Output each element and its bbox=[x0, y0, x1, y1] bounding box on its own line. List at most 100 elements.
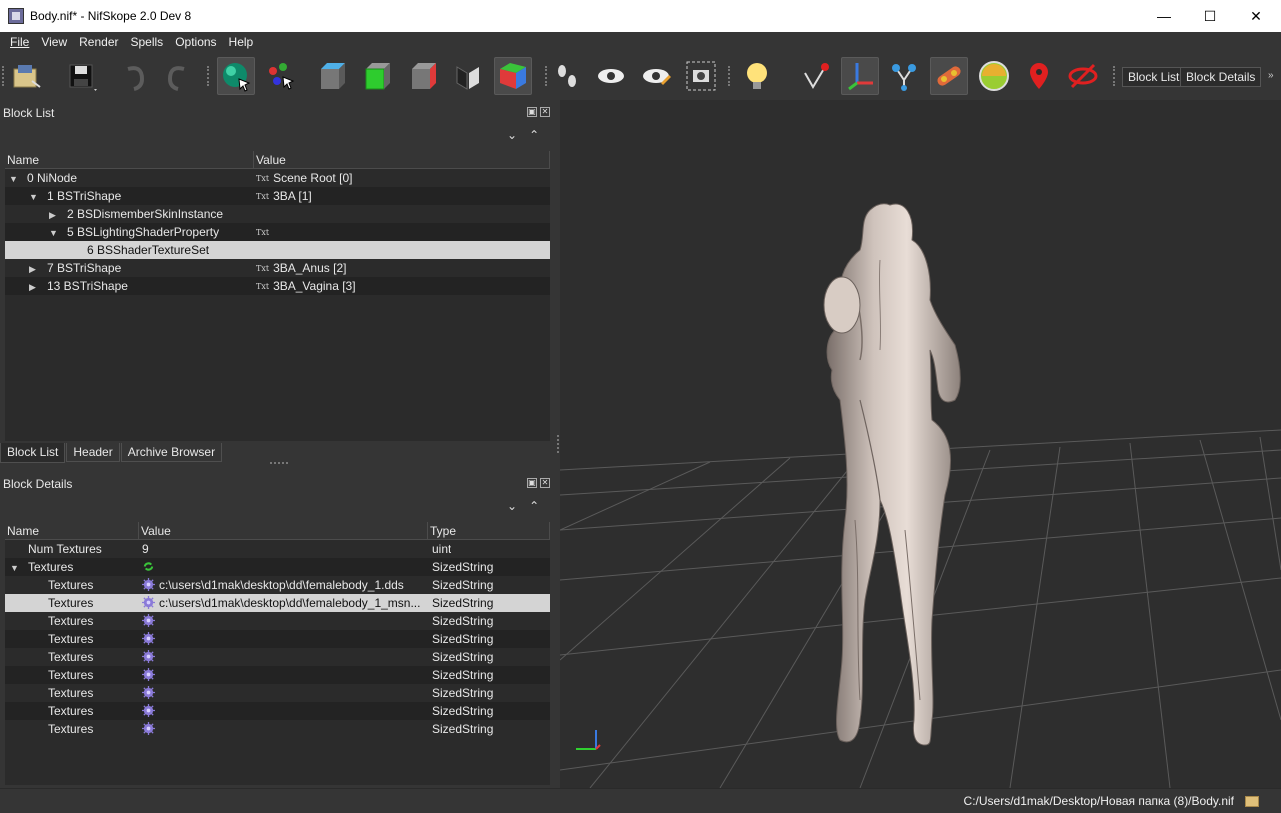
hide-icon[interactable] bbox=[1064, 57, 1102, 95]
column-header-type[interactable]: Type bbox=[428, 522, 550, 540]
folder-icon[interactable] bbox=[1245, 796, 1259, 807]
tree-row[interactable]: ▼ 1 BSTriShape Txt 3BA [1] bbox=[5, 187, 550, 205]
row-value-cell[interactable] bbox=[142, 666, 428, 684]
toolbar-grip[interactable] bbox=[728, 66, 732, 86]
collapse-all-icon[interactable]: ⌄ bbox=[507, 499, 517, 513]
expand-arrow-icon[interactable]: ▶ bbox=[49, 206, 59, 223]
show-nodes-icon[interactable] bbox=[637, 57, 675, 95]
block-list-tree[interactable]: Name Value ▼ 0 NiNode Txt Scene Root [0] ▼… bbox=[5, 151, 550, 441]
array-refresh-icon[interactable] bbox=[142, 560, 155, 573]
detail-row[interactable]: Textures SizedString bbox=[5, 720, 550, 738]
detail-row-selected[interactable]: Textures c:\users\d1mak\desktop\dd\female… bbox=[5, 594, 550, 612]
row-value-cell[interactable]: c:\users\d1mak\desktop\dd\femalebody_1.d… bbox=[142, 576, 428, 594]
expand-all-icon[interactable]: ⌃ bbox=[529, 128, 539, 142]
texture-path-icon[interactable] bbox=[142, 704, 155, 717]
texture-path-icon[interactable] bbox=[142, 632, 155, 645]
block-details-tree[interactable]: Name Value Type Num Textures 9 uint ▼ Tex… bbox=[5, 522, 550, 785]
menu-render[interactable]: Render bbox=[73, 35, 124, 49]
expand-arrow-icon[interactable]: ▶ bbox=[29, 260, 39, 277]
vertex-colors-icon[interactable] bbox=[797, 57, 835, 95]
expand-arrow-icon[interactable]: ▶ bbox=[29, 278, 39, 295]
detail-row[interactable]: ▼ Textures SizedString bbox=[5, 558, 550, 576]
tree-row-selected[interactable]: 6 BSShaderTextureSet bbox=[5, 241, 550, 259]
toolbar-grip[interactable] bbox=[1113, 66, 1117, 86]
texture-path-icon[interactable] bbox=[142, 578, 155, 591]
screenshot-icon[interactable] bbox=[682, 57, 720, 95]
menu-help[interactable]: Help bbox=[223, 35, 260, 49]
tree-row[interactable]: ▶ 2 BSDismemberSkinInstance bbox=[5, 205, 550, 223]
select-vertex-icon[interactable] bbox=[263, 57, 301, 95]
texture-path-icon[interactable] bbox=[142, 722, 155, 735]
expand-arrow-icon[interactable]: ▼ bbox=[49, 224, 59, 241]
texture-path-icon[interactable] bbox=[142, 668, 155, 681]
expand-all-icon[interactable]: ⌃ bbox=[529, 499, 539, 513]
expand-arrow-icon[interactable]: ▼ bbox=[10, 559, 20, 576]
show-markers-pin-icon[interactable] bbox=[1020, 57, 1058, 95]
row-value-cell[interactable] bbox=[142, 702, 428, 720]
menu-view[interactable]: View bbox=[35, 35, 73, 49]
save-icon[interactable] bbox=[62, 57, 100, 95]
menu-spells[interactable]: Spells bbox=[125, 35, 170, 49]
float-icon[interactable]: ▣ bbox=[527, 478, 537, 488]
row-value-cell[interactable]: c:\users\d1mak\desktop\dd\femalebody_1_m… bbox=[142, 594, 428, 612]
redo-icon[interactable] bbox=[158, 57, 196, 95]
texture-path-icon[interactable] bbox=[142, 614, 155, 627]
block-list-toggle-button[interactable]: Block List bbox=[1122, 67, 1186, 87]
show-constraints-icon[interactable] bbox=[885, 57, 923, 95]
toolbar-grip[interactable] bbox=[207, 66, 211, 86]
detail-row[interactable]: Textures SizedString bbox=[5, 630, 550, 648]
row-value-cell[interactable] bbox=[142, 648, 428, 666]
view-walk-icon[interactable] bbox=[449, 57, 487, 95]
block-details-toggle-button[interactable]: Block Details bbox=[1180, 67, 1262, 87]
row-value-cell[interactable] bbox=[142, 630, 428, 648]
texture-path-icon[interactable] bbox=[142, 686, 155, 699]
detail-row[interactable]: Textures SizedString bbox=[5, 612, 550, 630]
row-value[interactable]: 9 bbox=[142, 540, 428, 558]
textures-icon[interactable] bbox=[548, 57, 586, 95]
texture-path-icon[interactable] bbox=[142, 596, 155, 609]
view-top-icon[interactable] bbox=[313, 57, 351, 95]
view-side-icon[interactable] bbox=[404, 57, 442, 95]
float-icon[interactable]: ▣ bbox=[527, 107, 537, 117]
expand-arrow-icon[interactable]: ▼ bbox=[29, 188, 39, 205]
close-button[interactable]: ✕ bbox=[1233, 0, 1279, 32]
tree-row[interactable]: ▶ 13 BSTriShape Txt 3BA_Vagina [3] bbox=[5, 277, 550, 295]
detail-row[interactable]: Num Textures 9 uint bbox=[5, 540, 550, 558]
viewport-canvas[interactable] bbox=[560, 100, 1281, 788]
column-header-value[interactable]: Value bbox=[254, 151, 550, 169]
row-value-cell[interactable] bbox=[142, 684, 428, 702]
show-havok-icon[interactable] bbox=[930, 57, 968, 95]
close-icon[interactable]: ✕ bbox=[540, 107, 550, 117]
tree-row[interactable]: ▼ 5 BSLightingShaderProperty Txt bbox=[5, 223, 550, 241]
tab-archive-browser[interactable]: Archive Browser bbox=[120, 443, 223, 462]
render-viewport[interactable] bbox=[560, 100, 1281, 788]
show-furniture-icon[interactable] bbox=[975, 57, 1013, 95]
minimize-button[interactable]: — bbox=[1141, 0, 1187, 32]
tree-row[interactable]: ▶ 7 BSTriShape Txt 3BA_Anus [2] bbox=[5, 259, 550, 277]
detail-row[interactable]: Textures SizedString bbox=[5, 666, 550, 684]
menu-options[interactable]: Options bbox=[169, 35, 222, 49]
open-icon[interactable] bbox=[8, 57, 46, 95]
view-user-icon[interactable] bbox=[494, 57, 532, 95]
expand-arrow-icon[interactable]: ▼ bbox=[9, 170, 19, 187]
column-header-value[interactable]: Value bbox=[139, 522, 428, 540]
tab-block-list[interactable]: Block List bbox=[0, 443, 66, 463]
tree-row[interactable]: ▼ 0 NiNode Txt Scene Root [0] bbox=[5, 169, 550, 187]
close-icon[interactable]: ✕ bbox=[540, 478, 550, 488]
toolbar-overflow-icon[interactable]: » bbox=[1268, 70, 1274, 81]
menu-file[interactable]: File bbox=[4, 35, 35, 49]
row-value-cell[interactable] bbox=[142, 720, 428, 738]
texture-path-icon[interactable] bbox=[142, 650, 155, 663]
show-axes-icon[interactable] bbox=[841, 57, 879, 95]
toolbar-grip[interactable] bbox=[2, 66, 6, 86]
lighting-icon[interactable] bbox=[738, 57, 776, 95]
collapse-all-icon[interactable]: ⌄ bbox=[507, 128, 517, 142]
detail-row[interactable]: Textures SizedString bbox=[5, 684, 550, 702]
tab-header[interactable]: Header bbox=[66, 443, 120, 462]
detail-row[interactable]: Textures c:\users\d1mak\desktop\dd\female… bbox=[5, 576, 550, 594]
select-object-icon[interactable] bbox=[217, 57, 255, 95]
detail-row[interactable]: Textures SizedString bbox=[5, 648, 550, 666]
column-header-name[interactable]: Name bbox=[5, 151, 254, 169]
column-header-name[interactable]: Name bbox=[5, 522, 139, 540]
maximize-button[interactable]: ☐ bbox=[1187, 0, 1233, 32]
